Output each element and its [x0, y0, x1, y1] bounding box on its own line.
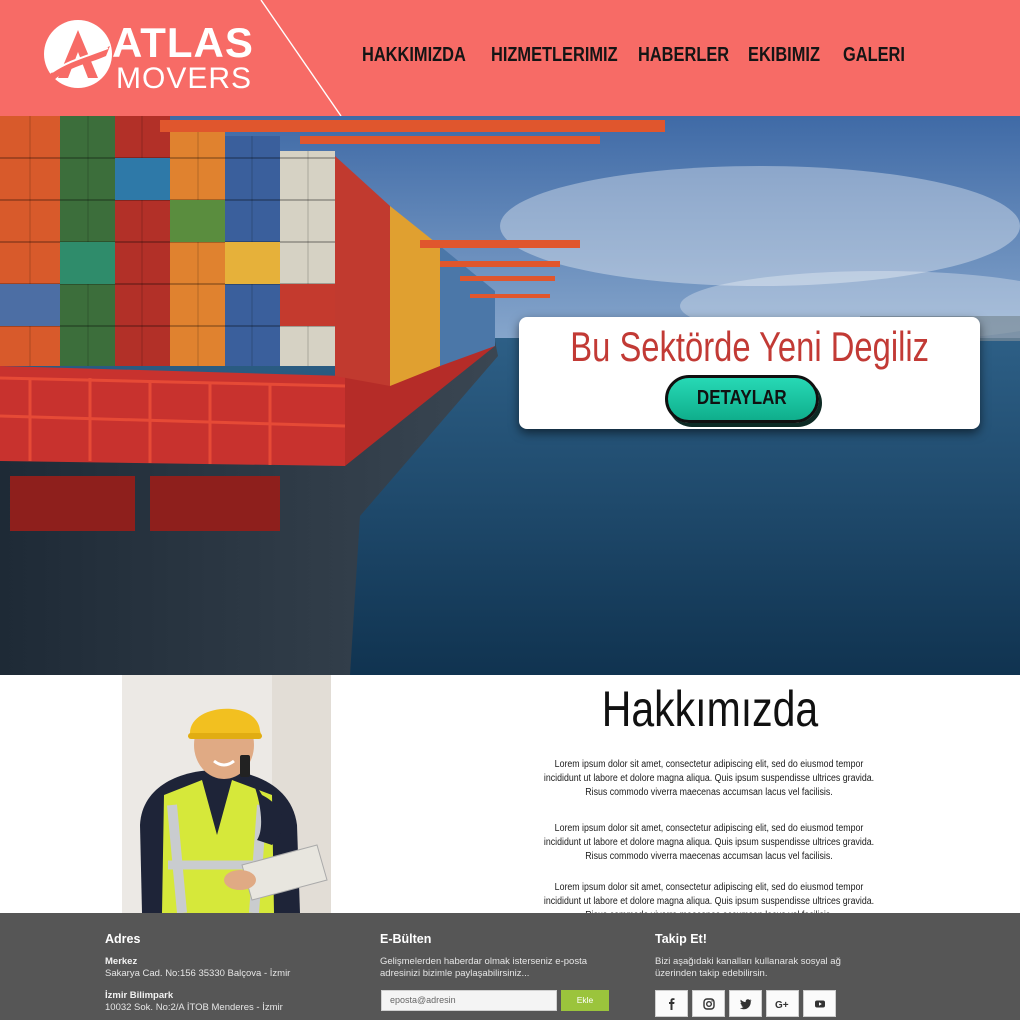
details-button-label: DETAYLAR	[697, 387, 787, 409]
twitter-button[interactable]	[729, 990, 762, 1017]
footer-address-merkez-label: Merkez	[105, 956, 138, 967]
site-header: ATLAS MOVERS HAKKIMIZDA HIZMETLERIMIZ HA…	[0, 0, 1020, 116]
newsletter-add-button[interactable]: Ekle	[561, 990, 609, 1011]
about-paragraph: Lorem ipsum dolor sit amet, consectetur …	[543, 759, 875, 798]
logo-name-movers: MOVERS	[116, 62, 253, 95]
footer-follow-text: Bizi aşağıdaki kanalları kullanarak sosy…	[655, 956, 841, 967]
svg-text:G+: G+	[775, 1000, 789, 1010]
details-button[interactable]: DETAYLAR	[665, 375, 819, 423]
footer-newsletter-text: adresinizi bizimle paylaşabilirsiniz...	[380, 968, 530, 979]
facebook-icon	[668, 997, 674, 1010]
worker-image	[122, 675, 331, 913]
about-heading: Hakkımızda	[601, 681, 819, 737]
newsletter-email-input[interactable]: eposta@adresin	[381, 990, 557, 1011]
logo[interactable]: ATLAS MOVERS	[40, 16, 270, 96]
site-footer: Adres Merkez Sakarya Cad. No:156 35330 B…	[0, 913, 1020, 1020]
hero-title: Bu Sektörde Yeni Degiliz	[570, 323, 930, 370]
footer-address-title: Adres	[105, 932, 141, 946]
about-paragraph: Lorem ipsum dolor sit amet, consectetur …	[543, 823, 875, 862]
footer-follow-text: üzerinden takip edebilirsin.	[655, 968, 768, 979]
logo-mark-icon	[44, 20, 112, 88]
twitter-icon	[739, 998, 751, 1009]
youtube-icon	[814, 1000, 825, 1007]
instagram-button[interactable]	[692, 990, 725, 1017]
footer-address-branch-text: 10032 Sok. No:2/A İTOB Menderes - İzmir	[105, 1002, 283, 1013]
footer-address-merkez-text: Sakarya Cad. No:156 35330 Balçova - İzmi…	[105, 968, 291, 979]
logo-name-atlas: ATLAS	[112, 19, 254, 66]
nav-item-galeri[interactable]: GALERI	[843, 44, 905, 67]
footer-address-branch-label: İzmir Bilimpark	[105, 990, 174, 1001]
nav-item-haberler[interactable]: HABERLER	[638, 44, 729, 67]
worker-photo	[122, 675, 331, 913]
header-divider-line	[260, 0, 342, 116]
hero-banner: Bu Sektörde Yeni Degiliz DETAYLAR	[0, 116, 1020, 675]
footer-newsletter-text: Gelişmelerden haberdar olmak isterseniz …	[380, 956, 587, 967]
google-plus-icon: G+	[775, 1000, 789, 1010]
youtube-button[interactable]	[803, 990, 836, 1017]
footer-follow-title: Takip Et!	[655, 932, 707, 946]
footer-newsletter-title: E-Bülten	[380, 932, 432, 946]
facebook-button[interactable]	[655, 990, 688, 1017]
nav-item-hakkimizda[interactable]: HAKKIMIZDA	[362, 44, 466, 67]
hero-callout-card: Bu Sektörde Yeni Degiliz DETAYLAR	[519, 317, 980, 429]
nav-item-hizmetlerimiz[interactable]: HIZMETLERIMIZ	[491, 44, 618, 67]
google-plus-button[interactable]: G+	[766, 990, 799, 1017]
instagram-icon	[702, 997, 715, 1010]
nav-item-ekibimiz[interactable]: EKIBIMIZ	[748, 44, 820, 67]
